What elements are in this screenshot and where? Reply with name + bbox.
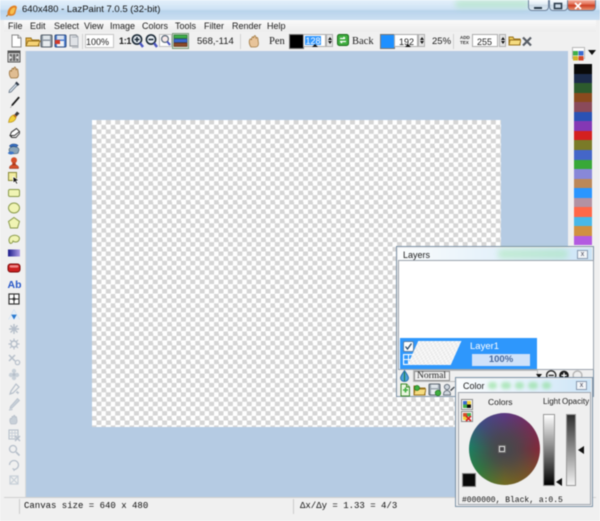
svg-text:Ab: Ab: [8, 279, 22, 291]
